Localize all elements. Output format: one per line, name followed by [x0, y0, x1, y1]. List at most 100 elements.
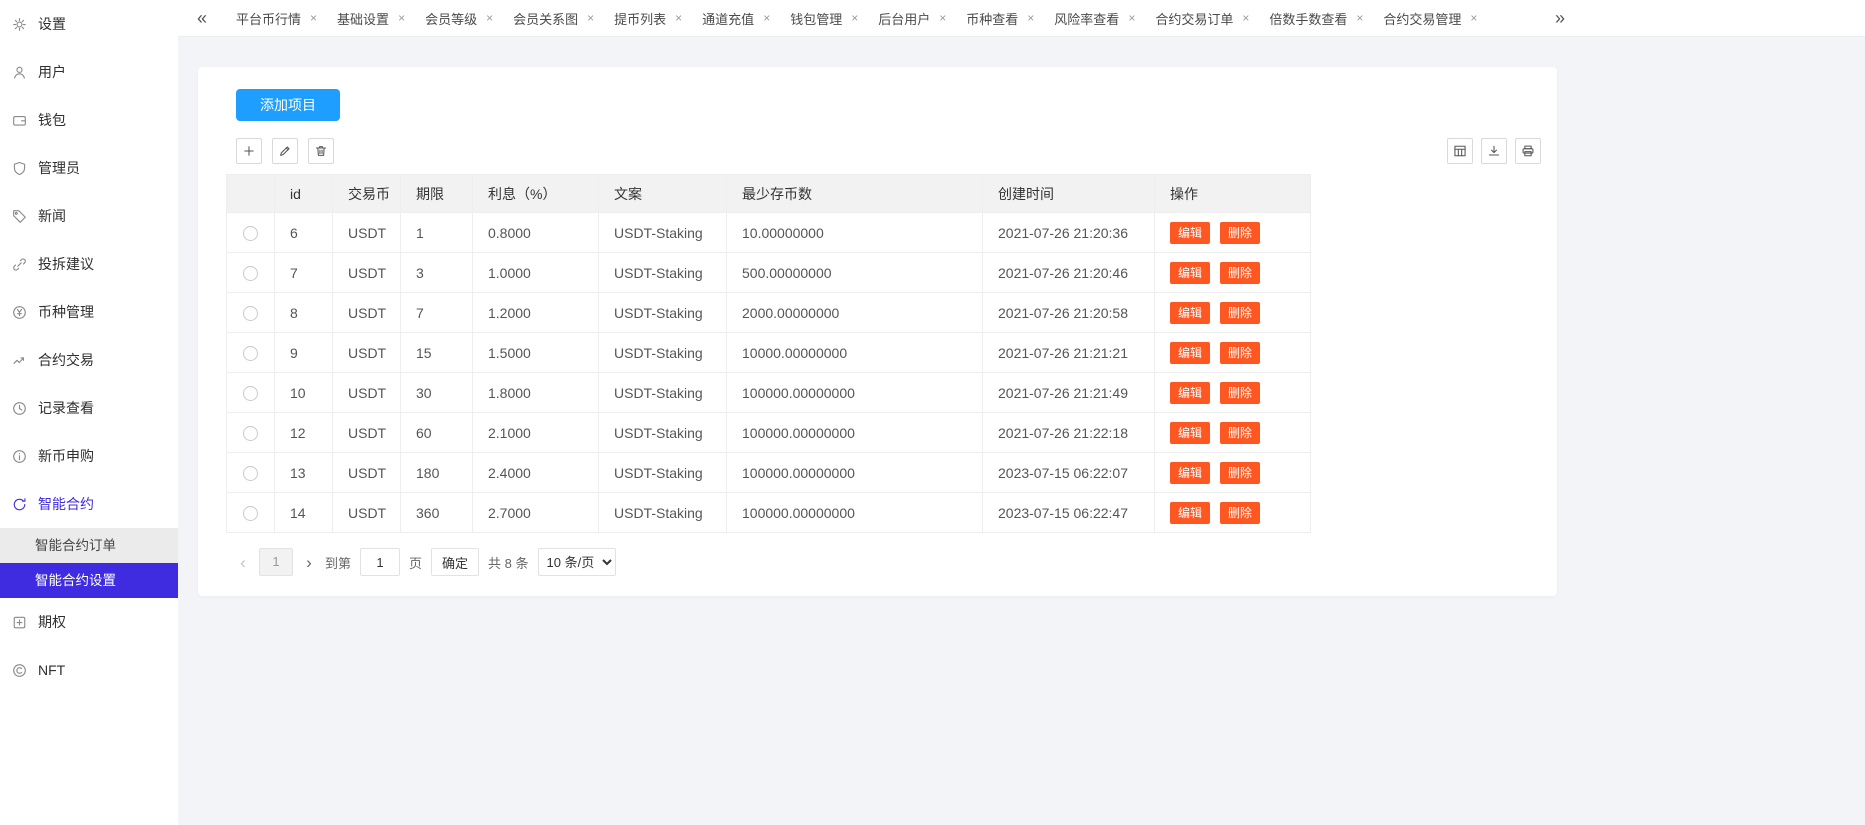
row-radio[interactable]	[243, 506, 258, 521]
tab-close-icon[interactable]: ×	[1242, 12, 1249, 24]
tab-item-4[interactable]: 提币列表×	[604, 0, 692, 36]
delete-button[interactable]: 删除	[1220, 382, 1260, 404]
tab-close-icon[interactable]: ×	[1128, 12, 1135, 24]
tab-item-8[interactable]: 币种查看×	[956, 0, 1044, 36]
edit-button[interactable]: 编辑	[1170, 342, 1210, 364]
tab-close-icon[interactable]: ×	[1027, 12, 1034, 24]
delete-button[interactable]: 删除	[1220, 262, 1260, 284]
cell-select	[227, 413, 275, 453]
tab-close-icon[interactable]: ×	[763, 12, 770, 24]
tab-close-icon[interactable]: ×	[1356, 12, 1363, 24]
cell-min: 500.00000000	[727, 253, 983, 293]
tab-close-icon[interactable]: ×	[851, 12, 858, 24]
cell-ops: 编辑删除	[1155, 293, 1311, 333]
cell-select	[227, 253, 275, 293]
row-radio[interactable]	[243, 226, 258, 241]
sidebar-item-admins[interactable]: 管理员	[0, 144, 178, 192]
tab-close-icon[interactable]: ×	[1470, 12, 1477, 24]
tab-close-icon[interactable]: ×	[587, 12, 594, 24]
tab-item-3[interactable]: 会员关系图×	[503, 0, 604, 36]
sidebar-subitem-smart-contract-orders[interactable]: 智能合约订单	[0, 528, 178, 563]
sidebar-item-nft[interactable]: NFT	[0, 646, 178, 694]
delete-button[interactable]: 删除	[1220, 302, 1260, 324]
sidebar-item-wallet[interactable]: 钱包	[0, 96, 178, 144]
cell-interest: 1.0000	[473, 253, 599, 293]
columns-button[interactable]	[1447, 138, 1473, 164]
tab-item-7[interactable]: 后台用户×	[868, 0, 956, 36]
total-count-label: 共 8 条	[488, 553, 528, 572]
cell-min: 2000.00000000	[727, 293, 983, 333]
sidebar-item-label: 合约交易	[38, 350, 94, 370]
cell-text: USDT-Staking	[599, 493, 727, 533]
tab-close-icon[interactable]: ×	[675, 12, 682, 24]
cell-id: 9	[275, 333, 333, 373]
sidebar-item-new-coin[interactable]: 新币申购	[0, 432, 178, 480]
tab-item-11[interactable]: 倍数手数查看×	[1259, 0, 1373, 36]
print-button[interactable]	[1515, 138, 1541, 164]
link-icon	[12, 257, 27, 272]
delete-button[interactable]: 删除	[1220, 502, 1260, 524]
delete-button[interactable]: 删除	[1220, 222, 1260, 244]
page-size-select[interactable]: 10 条/页	[538, 548, 616, 576]
sidebar-item-contract-trade[interactable]: 合约交易	[0, 336, 178, 384]
edit-button[interactable]: 编辑	[1170, 382, 1210, 404]
sidebar-item-settings[interactable]: 设置	[0, 0, 178, 48]
edit-button[interactable]: 编辑	[1170, 222, 1210, 244]
tab-close-icon[interactable]: ×	[939, 12, 946, 24]
tab-close-icon[interactable]: ×	[398, 12, 405, 24]
tab-close-icon[interactable]: ×	[310, 12, 317, 24]
tab-item-10[interactable]: 合约交易订单×	[1145, 0, 1259, 36]
tabs-scroll-left-icon[interactable]: «	[192, 9, 212, 27]
edit-button[interactable]: 编辑	[1170, 502, 1210, 524]
cell-text: USDT-Staking	[599, 413, 727, 453]
print-icon	[1521, 144, 1535, 158]
edit-button[interactable]: 编辑	[1170, 422, 1210, 444]
content-card: 添加项目 id交易币期限利息（%）文案最少存币数创建时间操作 6USDT10.8…	[198, 67, 1557, 596]
tabs-scroll-right-icon[interactable]: »	[1550, 9, 1570, 27]
gear-icon	[12, 17, 27, 32]
row-radio[interactable]	[243, 306, 258, 321]
trash-button[interactable]	[308, 138, 334, 164]
tab-item-12[interactable]: 合约交易管理 ×	[1373, 0, 1487, 36]
add-project-button[interactable]: 添加项目	[236, 89, 340, 121]
sidebar-item-options[interactable]: 期权	[0, 598, 178, 646]
sidebar-item-suggestions[interactable]: 投拆建议	[0, 240, 178, 288]
row-radio[interactable]	[243, 346, 258, 361]
row-radio[interactable]	[243, 466, 258, 481]
delete-button[interactable]: 删除	[1220, 342, 1260, 364]
tab-item-9[interactable]: 风险率查看×	[1044, 0, 1145, 36]
table-row-6: 13USDT1802.4000USDT-Staking100000.000000…	[227, 453, 1311, 493]
pencil-button[interactable]	[272, 138, 298, 164]
cell-coin: USDT	[333, 493, 401, 533]
tab-bar-inner: « 平台币行情×基础设置×会员等级×会员关系图×提币列表×通道充值×钱包管理×后…	[192, 0, 1570, 36]
sidebar-item-smart-contract[interactable]: 智能合约	[0, 480, 178, 528]
row-radio[interactable]	[243, 426, 258, 441]
plus-button[interactable]	[236, 138, 262, 164]
export-button[interactable]	[1481, 138, 1507, 164]
sidebar-item-news[interactable]: 新闻	[0, 192, 178, 240]
tab-item-0[interactable]: 平台币行情×	[226, 0, 327, 36]
goto-confirm-button[interactable]: 确定	[431, 548, 479, 576]
delete-button[interactable]: 删除	[1220, 422, 1260, 444]
delete-button[interactable]: 删除	[1220, 462, 1260, 484]
tab-item-1[interactable]: 基础设置×	[327, 0, 415, 36]
sidebar-item-users[interactable]: 用户	[0, 48, 178, 96]
page-prev-icon[interactable]: ‹	[236, 554, 250, 571]
row-radio[interactable]	[243, 386, 258, 401]
tab-bar: « 平台币行情×基础设置×会员等级×会员关系图×提币列表×通道充值×钱包管理×后…	[178, 0, 1865, 37]
edit-button[interactable]: 编辑	[1170, 302, 1210, 324]
edit-button[interactable]: 编辑	[1170, 262, 1210, 284]
edit-button[interactable]: 编辑	[1170, 462, 1210, 484]
row-radio[interactable]	[243, 266, 258, 281]
tab-label: 合约交易管理	[1383, 9, 1461, 28]
tab-item-6[interactable]: 钱包管理×	[780, 0, 868, 36]
tab-close-icon[interactable]: ×	[486, 12, 493, 24]
page-next-icon[interactable]: ›	[302, 554, 316, 571]
goto-page-input[interactable]	[360, 548, 400, 576]
tab-item-2[interactable]: 会员等级×	[415, 0, 503, 36]
header-cell-0: id	[275, 175, 333, 213]
sidebar-subitem-smart-contract-settings[interactable]: 智能合约设置	[0, 563, 178, 598]
tab-item-5[interactable]: 通道充值×	[692, 0, 780, 36]
sidebar-item-record-view[interactable]: 记录查看	[0, 384, 178, 432]
sidebar-item-coin-manage[interactable]: 币种管理	[0, 288, 178, 336]
